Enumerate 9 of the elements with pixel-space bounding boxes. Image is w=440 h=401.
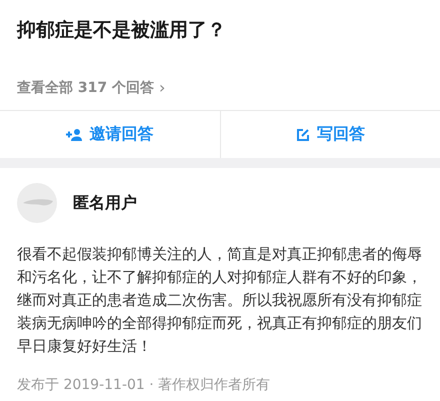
post-meta: 发布于 2019-11-01 · 著作权归作者所有 xyxy=(17,376,272,394)
answer-text: 很看不起假装抑郁博关注的人，简直是对真正抑郁患者的侮辱和污名化，让不了解抑郁症的人对抑郁症人群有不好的印象，继而对真正的患者造成二次伤害。所以我祝愿所有没有抑郁症装病无病呻吟的全部得抑郁症而死，祝真正有抑郁症的朋友们早日康复好好生活！ xyxy=(17,244,423,357)
edit-icon xyxy=(296,128,310,142)
add-person-icon xyxy=(66,128,82,140)
chevron-icon: › xyxy=(158,78,166,97)
author-name: 匿名用户 xyxy=(73,192,137,214)
all-answers-link[interactable]: 查看全部 317 个回答 › xyxy=(17,65,166,110)
question-title: 抑郁症是不是被滥用了？ xyxy=(17,18,227,43)
avatar-icon xyxy=(17,183,57,223)
